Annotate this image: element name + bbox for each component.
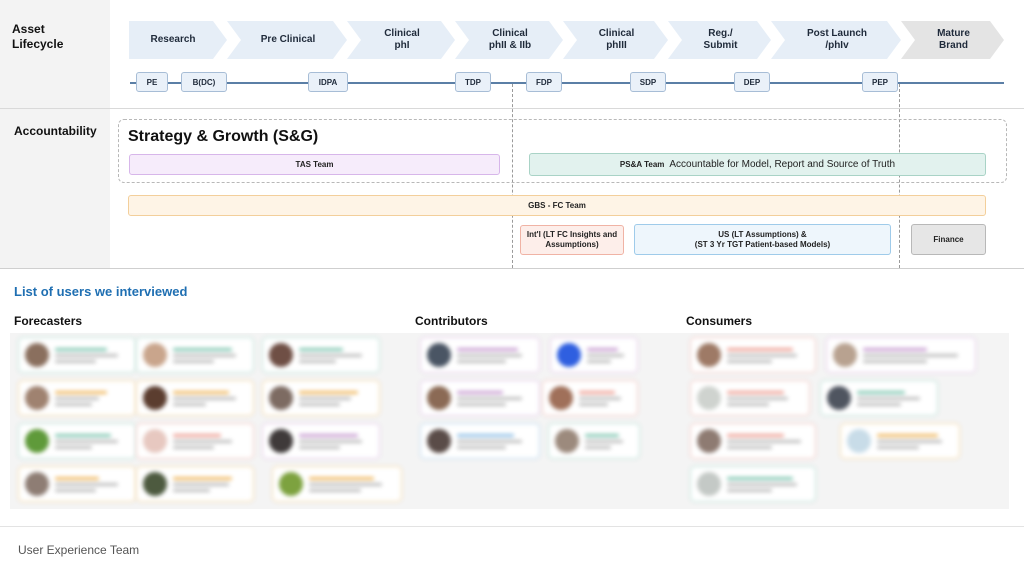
accountability-label: Accountability: [14, 124, 97, 138]
user-card: [420, 337, 540, 373]
tas-team-bar: TAS Team: [129, 154, 500, 175]
phase-reg-submit: Reg./ Submit: [668, 21, 771, 59]
footer-divider: [0, 526, 1024, 527]
user-card: [690, 337, 816, 373]
user-card: [262, 380, 380, 416]
phase-mature-brand: Mature Brand: [901, 21, 1004, 59]
user-card: [840, 423, 960, 459]
gbs-team-bar: GBS - FC Team: [128, 195, 986, 216]
forecasters-title: Forecasters: [14, 314, 83, 328]
psa-team-label: PS&A Team: [619, 159, 665, 169]
users-section-title: List of users we interviewed: [14, 284, 188, 299]
strategy-growth-title: Strategy & Growth (S&G): [128, 128, 319, 145]
gate-pe: PE: [136, 72, 168, 92]
user-card: [420, 423, 540, 459]
finance-label: Finance: [933, 234, 964, 244]
consumers-title: Consumers: [686, 314, 753, 328]
contributors-title: Contributors: [415, 314, 488, 328]
phase-post-launch: Post Launch /phIv: [771, 21, 901, 59]
us-label: US (LT Assumptions) & (ST 3 Yr TGT Patie…: [694, 229, 831, 249]
footer-text: User Experience Team: [18, 543, 140, 557]
section-divider: [0, 268, 1024, 269]
user-card: [542, 380, 638, 416]
asset-lifecycle-label: Asset Lifecycle: [12, 22, 64, 51]
user-card: [690, 466, 816, 502]
phase-pre-clinical: Pre Clinical: [227, 21, 347, 59]
intl-label: Int'l (LT FC Insights and Assumptions): [526, 230, 618, 249]
gbs-team-label: GBS - FC Team: [528, 200, 586, 210]
user-card: [272, 466, 402, 502]
us-bar: US (LT Assumptions) & (ST 3 Yr TGT Patie…: [634, 224, 891, 255]
gate-sdp: SDP: [630, 72, 666, 92]
user-card: [548, 423, 640, 459]
user-card: [18, 466, 136, 502]
gate-dep: DEP: [734, 72, 770, 92]
user-card: [550, 337, 638, 373]
user-card: [136, 380, 254, 416]
user-card: [18, 423, 136, 459]
phase-clinical-ph1: Clinical phI: [347, 21, 455, 59]
user-card: [420, 380, 540, 416]
user-card: [820, 380, 938, 416]
user-card: [136, 423, 254, 459]
phase-clinical-ph3: Clinical phIII: [563, 21, 668, 59]
user-card: [18, 380, 136, 416]
tas-team-label: TAS Team: [295, 159, 334, 169]
user-card: [690, 423, 816, 459]
finance-bar: Finance: [911, 224, 986, 255]
gate-pep: PEP: [862, 72, 898, 92]
user-card: [690, 380, 810, 416]
user-card: [136, 466, 254, 502]
intl-bar: Int'l (LT FC Insights and Assumptions): [520, 225, 624, 255]
user-card: [136, 337, 254, 373]
gate-fdp: FDP: [526, 72, 562, 92]
user-card: [262, 423, 380, 459]
gate-idpa: IDPA: [308, 72, 348, 92]
gate-tdp: TDP: [455, 72, 491, 92]
psa-team-description: Accountable for Model, Report and Source…: [669, 158, 896, 170]
gate-bdc: B(DC): [181, 72, 227, 92]
psa-team-bar: PS&A Team Accountable for Model, Report …: [529, 153, 986, 176]
user-card: [18, 337, 136, 373]
phase-clinical-ph2: Clinical phII & IIb: [455, 21, 563, 59]
user-card: [262, 337, 380, 373]
user-card: [826, 337, 976, 373]
phase-research: Research: [129, 21, 227, 59]
